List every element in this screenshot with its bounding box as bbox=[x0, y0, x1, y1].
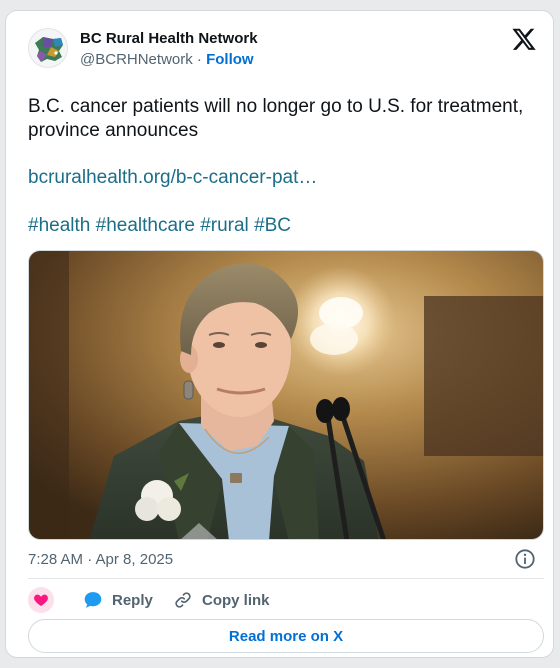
info-icon[interactable] bbox=[514, 548, 536, 570]
hashtag[interactable]: #healthcare bbox=[96, 215, 195, 236]
post-timestamp[interactable]: 7:28 AM · Apr 8, 2025 bbox=[28, 550, 173, 570]
author-name[interactable]: BC Rural Health Network bbox=[80, 29, 258, 49]
copy-link-button[interactable]: Copy link bbox=[173, 587, 270, 613]
reply-label: Reply bbox=[112, 591, 153, 609]
author-info: BC Rural Health Network @BCRHNetwork · F… bbox=[80, 29, 258, 70]
copy-link-label: Copy link bbox=[202, 591, 270, 609]
article-link[interactable]: bcruralhealth.org/b-c-cancer-pat… bbox=[28, 166, 317, 190]
post-photo[interactable] bbox=[28, 250, 544, 540]
heart-icon bbox=[28, 587, 54, 613]
reply-button[interactable]: Reply bbox=[83, 587, 153, 613]
reply-bubble-icon bbox=[84, 592, 102, 608]
handle-separator: · bbox=[192, 51, 207, 68]
hashtag[interactable]: #health bbox=[28, 215, 90, 236]
hashtag[interactable]: #BC bbox=[254, 215, 291, 236]
hashtag-list: #health #healthcare #rural #BC bbox=[28, 214, 291, 238]
author-handle[interactable]: @BCRHNetwork bbox=[80, 51, 193, 68]
embedded-post-card: BC Rural Health Network @BCRHNetwork · F… bbox=[5, 10, 554, 658]
post-text: B.C. cancer patients will no longer go t… bbox=[28, 96, 524, 141]
follow-button[interactable]: Follow bbox=[206, 51, 254, 68]
action-bar: Reply Copy link bbox=[28, 587, 544, 613]
hashtag[interactable]: #rural bbox=[200, 215, 249, 236]
like-button[interactable] bbox=[28, 587, 54, 613]
divider bbox=[28, 578, 544, 579]
x-logo-icon[interactable] bbox=[511, 26, 537, 52]
author-handle-line: @BCRHNetwork · Follow bbox=[80, 50, 258, 70]
author-avatar[interactable] bbox=[28, 28, 68, 68]
photo-speaker-at-microphone bbox=[29, 251, 543, 539]
bc-map-logo-icon bbox=[29, 29, 67, 67]
link-icon bbox=[175, 592, 191, 608]
read-more-button[interactable]: Read more on X bbox=[28, 619, 544, 653]
